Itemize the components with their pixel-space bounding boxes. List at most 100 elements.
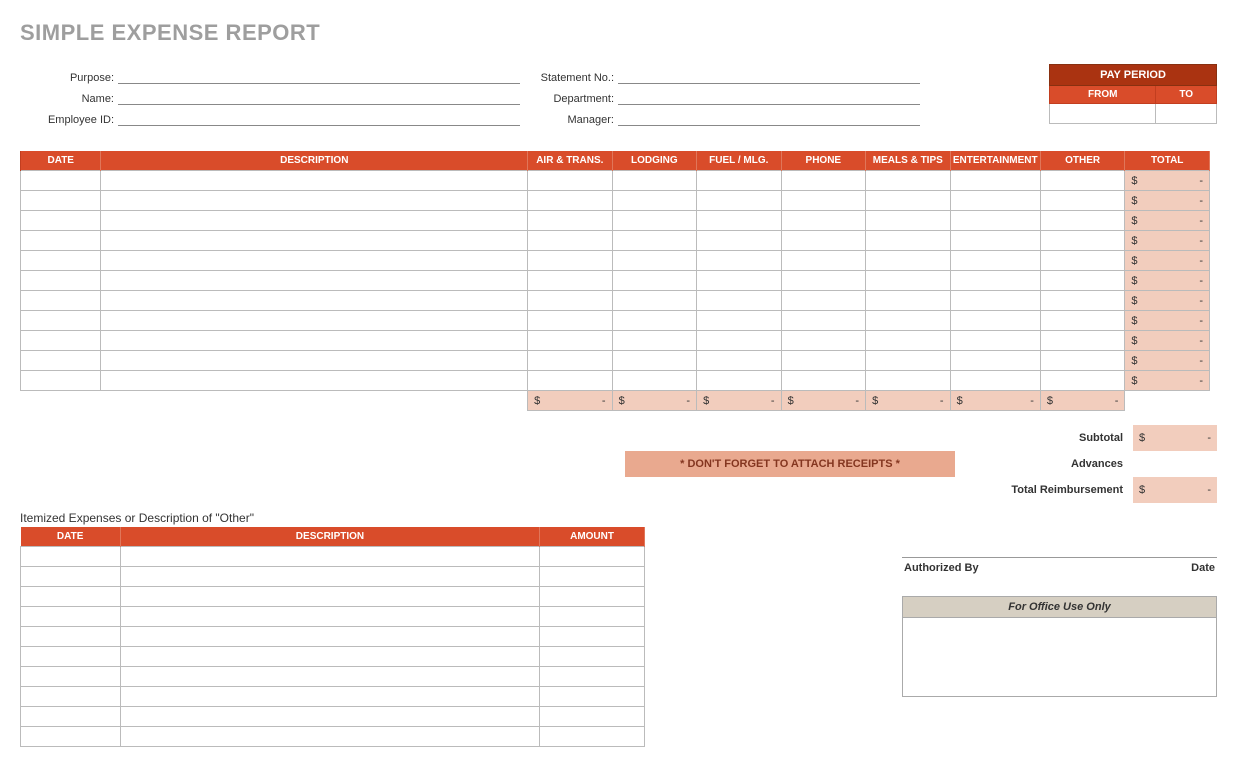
- expense-cell[interactable]: [781, 251, 866, 271]
- expense-cell[interactable]: [101, 371, 528, 391]
- expense-cell[interactable]: [697, 191, 782, 211]
- itemized-cell[interactable]: [21, 607, 121, 627]
- expense-cell[interactable]: [781, 171, 866, 191]
- expense-cell[interactable]: [101, 251, 528, 271]
- expense-cell[interactable]: [528, 351, 613, 371]
- expense-cell[interactable]: [101, 291, 528, 311]
- expense-cell[interactable]: [950, 211, 1040, 231]
- expense-cell[interactable]: [528, 251, 613, 271]
- expense-cell[interactable]: [1040, 231, 1125, 251]
- itemized-cell[interactable]: [120, 627, 539, 647]
- itemized-cell[interactable]: [540, 627, 645, 647]
- expense-cell[interactable]: [612, 291, 697, 311]
- expense-cell[interactable]: [528, 311, 613, 331]
- expense-cell[interactable]: [528, 291, 613, 311]
- itemized-cell[interactable]: [540, 547, 645, 567]
- advances-value[interactable]: [1133, 451, 1217, 477]
- expense-cell[interactable]: [781, 191, 866, 211]
- itemized-cell[interactable]: [540, 707, 645, 727]
- expense-cell[interactable]: [21, 371, 101, 391]
- itemized-cell[interactable]: [120, 647, 539, 667]
- expense-cell[interactable]: [950, 331, 1040, 351]
- expense-cell[interactable]: [528, 211, 613, 231]
- expense-cell[interactable]: [1040, 331, 1125, 351]
- itemized-cell[interactable]: [120, 547, 539, 567]
- expense-cell[interactable]: [1040, 311, 1125, 331]
- itemized-cell[interactable]: [540, 587, 645, 607]
- expense-cell[interactable]: [612, 371, 697, 391]
- itemized-cell[interactable]: [120, 707, 539, 727]
- expense-cell[interactable]: [21, 291, 101, 311]
- expense-cell[interactable]: [950, 231, 1040, 251]
- expense-cell[interactable]: [950, 251, 1040, 271]
- expense-cell[interactable]: [528, 191, 613, 211]
- expense-cell[interactable]: [697, 271, 782, 291]
- expense-cell[interactable]: [697, 171, 782, 191]
- expense-cell[interactable]: [101, 311, 528, 331]
- expense-cell[interactable]: [950, 171, 1040, 191]
- itemized-cell[interactable]: [540, 667, 645, 687]
- expense-cell[interactable]: [866, 171, 951, 191]
- expense-cell[interactable]: [866, 351, 951, 371]
- expense-cell[interactable]: [950, 291, 1040, 311]
- expense-cell[interactable]: [950, 351, 1040, 371]
- expense-cell[interactable]: [612, 251, 697, 271]
- expense-cell[interactable]: [866, 311, 951, 331]
- expense-cell[interactable]: [612, 171, 697, 191]
- expense-cell[interactable]: [866, 231, 951, 251]
- itemized-cell[interactable]: [21, 687, 121, 707]
- itemized-cell[interactable]: [21, 587, 121, 607]
- expense-cell[interactable]: [528, 271, 613, 291]
- expense-cell[interactable]: [781, 231, 866, 251]
- pay-period-from-cell[interactable]: [1050, 104, 1156, 124]
- itemized-cell[interactable]: [120, 667, 539, 687]
- itemized-cell[interactable]: [21, 547, 121, 567]
- expense-cell[interactable]: [612, 311, 697, 331]
- itemized-cell[interactable]: [21, 567, 121, 587]
- expense-cell[interactable]: [612, 331, 697, 351]
- itemized-cell[interactable]: [120, 587, 539, 607]
- expense-cell[interactable]: [781, 311, 866, 331]
- itemized-cell[interactable]: [540, 727, 645, 747]
- expense-cell[interactable]: [781, 351, 866, 371]
- expense-cell[interactable]: [781, 371, 866, 391]
- itemized-cell[interactable]: [540, 687, 645, 707]
- expense-cell[interactable]: [866, 271, 951, 291]
- expense-cell[interactable]: [697, 331, 782, 351]
- expense-cell[interactable]: [697, 251, 782, 271]
- expense-cell[interactable]: [101, 331, 528, 351]
- expense-cell[interactable]: [528, 231, 613, 251]
- expense-cell[interactable]: [21, 271, 101, 291]
- expense-cell[interactable]: [612, 231, 697, 251]
- expense-cell[interactable]: [1040, 291, 1125, 311]
- expense-cell[interactable]: [21, 351, 101, 371]
- expense-cell[interactable]: [21, 211, 101, 231]
- itemized-cell[interactable]: [120, 687, 539, 707]
- expense-cell[interactable]: [781, 271, 866, 291]
- office-use-body[interactable]: [903, 618, 1216, 696]
- expense-cell[interactable]: [21, 231, 101, 251]
- expense-cell[interactable]: [21, 251, 101, 271]
- itemized-cell[interactable]: [540, 647, 645, 667]
- itemized-cell[interactable]: [120, 567, 539, 587]
- expense-cell[interactable]: [1040, 211, 1125, 231]
- itemized-cell[interactable]: [120, 727, 539, 747]
- itemized-cell[interactable]: [120, 607, 539, 627]
- itemized-cell[interactable]: [21, 707, 121, 727]
- expense-cell[interactable]: [697, 211, 782, 231]
- expense-cell[interactable]: [866, 371, 951, 391]
- expense-cell[interactable]: [528, 171, 613, 191]
- itemized-cell[interactable]: [540, 567, 645, 587]
- expense-cell[interactable]: [21, 171, 101, 191]
- expense-cell[interactable]: [101, 191, 528, 211]
- purpose-input[interactable]: [118, 67, 520, 84]
- employee-id-input[interactable]: [118, 109, 520, 126]
- expense-cell[interactable]: [21, 191, 101, 211]
- expense-cell[interactable]: [866, 251, 951, 271]
- expense-cell[interactable]: [866, 331, 951, 351]
- itemized-cell[interactable]: [21, 647, 121, 667]
- expense-cell[interactable]: [612, 351, 697, 371]
- expense-cell[interactable]: [866, 191, 951, 211]
- itemized-cell[interactable]: [540, 607, 645, 627]
- department-input[interactable]: [618, 88, 920, 105]
